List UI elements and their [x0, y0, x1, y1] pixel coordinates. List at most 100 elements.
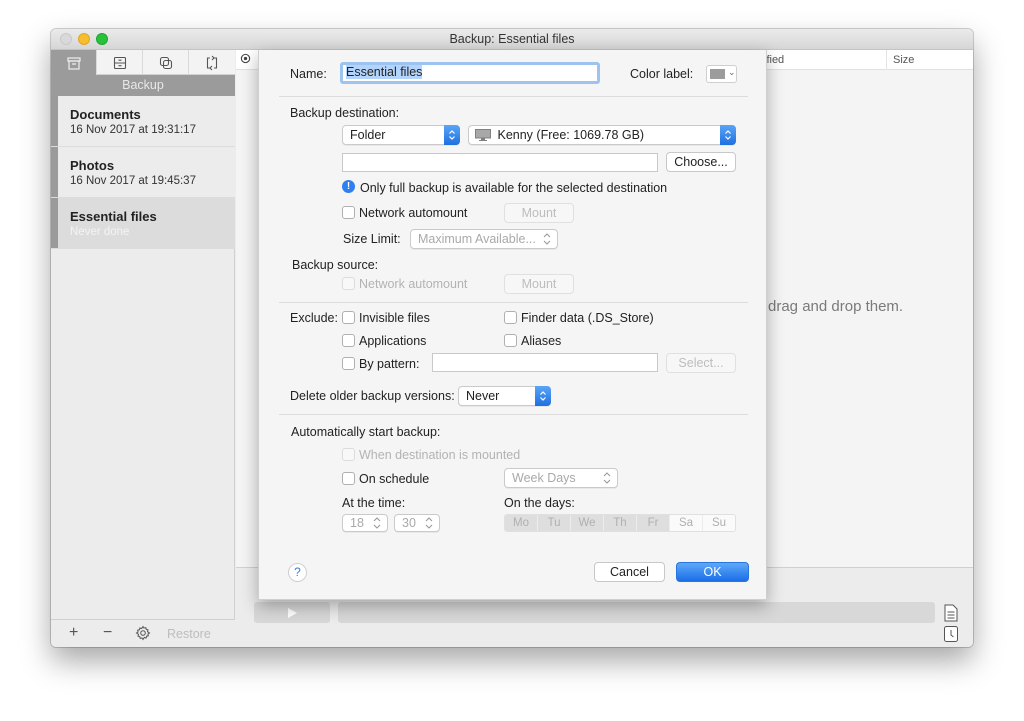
tab-backup[interactable]	[51, 50, 97, 75]
computer-icon	[475, 129, 491, 141]
add-backup-button[interactable]: +	[69, 624, 78, 642]
when-mounted-checkbox[interactable]	[342, 448, 355, 461]
exclude-finder-data-checkbox[interactable]	[504, 311, 517, 324]
exclude-invisible-label: Invisible files	[359, 311, 430, 325]
day-thursday[interactable]: Th	[604, 515, 637, 531]
exclude-applications-checkbox[interactable]	[342, 334, 355, 347]
source-network-automount-checkbox[interactable]	[342, 277, 355, 290]
help-button[interactable]: ?	[288, 563, 307, 582]
backup-settings-sheet: Name: Essential files Color label: ⌄ Bac…	[258, 50, 767, 600]
choose-button[interactable]: Choose...	[666, 152, 736, 172]
window-title: Backup: Essential files	[449, 32, 575, 46]
destination-path-field[interactable]	[342, 153, 658, 172]
backup-item-status: 16 Nov 2017 at 19:45:37	[70, 175, 196, 187]
column-size[interactable]: Size	[886, 50, 914, 70]
backup-item-essential-files[interactable]: Essential files Never done	[51, 198, 235, 249]
day-tuesday[interactable]: Tu	[538, 515, 571, 531]
exclude-applications-label: Applications	[359, 334, 427, 348]
exclude-aliases-checkbox[interactable]	[504, 334, 517, 347]
backup-item-name: Photos	[70, 158, 115, 173]
archive-box-icon	[66, 56, 81, 70]
source-mount-button[interactable]: Mount	[504, 274, 574, 294]
progress-bar	[338, 602, 935, 623]
color-label-picker[interactable]: ⌄	[706, 65, 737, 83]
updown-arrows-icon	[720, 125, 736, 145]
drop-hint-text: drag and drop them.	[768, 298, 904, 315]
title-bar: Backup: Essential files	[51, 29, 973, 50]
size-limit-select[interactable]: Maximum Available...	[410, 229, 558, 249]
restore-button[interactable]: Restore	[167, 627, 211, 641]
exclude-pattern-label: By pattern:	[359, 357, 420, 371]
active-tab-label: Backup	[51, 75, 235, 96]
separator	[279, 302, 748, 303]
day-sunday[interactable]: Su	[703, 515, 735, 531]
sidebar-footer: + − Restore	[51, 619, 235, 647]
dest-network-automount-checkbox[interactable]	[342, 206, 355, 219]
color-swatch	[710, 69, 725, 79]
updown-arrows-icon	[425, 517, 433, 529]
remove-backup-button[interactable]: −	[103, 624, 112, 642]
color-label-label: Color label:	[630, 67, 694, 81]
cancel-button[interactable]: Cancel	[594, 562, 665, 582]
delete-older-value: Never	[466, 389, 500, 403]
backup-item-documents[interactable]: Documents 16 Nov 2017 at 19:31:17	[51, 96, 235, 147]
updown-arrows-icon	[603, 472, 611, 484]
day-monday[interactable]: Mo	[505, 515, 538, 531]
chevron-down-icon: ⌄	[728, 67, 736, 77]
log-document-icon[interactable]	[944, 604, 958, 622]
hour-value: 18	[350, 516, 364, 530]
delete-older-label: Delete older backup versions:	[290, 389, 455, 403]
updown-arrows-icon	[535, 386, 551, 406]
delete-older-select[interactable]: Never	[458, 386, 551, 406]
day-friday[interactable]: Fr	[637, 515, 670, 531]
column-modified[interactable]: ified	[764, 54, 784, 66]
gear-icon[interactable]	[135, 625, 151, 641]
hour-stepper[interactable]: 18	[342, 514, 388, 532]
destination-volume-select[interactable]: Kenny (Free: 1069.78 GB)	[468, 125, 736, 145]
separator	[279, 414, 748, 415]
exclude-invisible-checkbox[interactable]	[342, 311, 355, 324]
target-icon[interactable]	[240, 53, 251, 64]
dest-mount-button[interactable]: Mount	[504, 203, 574, 223]
size-limit-label: Size Limit:	[343, 232, 401, 246]
tab-copy[interactable]	[143, 50, 189, 75]
tab-sync[interactable]	[189, 50, 235, 75]
info-message: Only full backup is available for the se…	[360, 181, 668, 195]
at-time-label: At the time:	[342, 496, 406, 510]
size-limit-value: Maximum Available...	[418, 232, 536, 246]
tab-clone[interactable]	[97, 50, 143, 75]
exclude-pattern-checkbox[interactable]	[342, 357, 355, 370]
updown-arrows-icon	[543, 233, 551, 245]
exclude-label: Exclude:	[290, 311, 338, 325]
pattern-input[interactable]	[432, 353, 658, 372]
select-pattern-button[interactable]: Select...	[666, 353, 736, 373]
on-schedule-label: On schedule	[359, 472, 430, 486]
dest-network-automount-label: Network automount	[359, 206, 468, 220]
drawer-icon	[113, 56, 126, 69]
start-backup-button[interactable]	[254, 602, 330, 623]
day-wednesday[interactable]: We	[571, 515, 604, 531]
separator	[279, 96, 748, 97]
backup-item-name: Documents	[70, 107, 141, 122]
minute-stepper[interactable]: 30	[394, 514, 440, 532]
clock-icon[interactable]	[944, 626, 958, 642]
exclude-aliases-label: Aliases	[521, 334, 562, 348]
day-saturday[interactable]: Sa	[670, 515, 703, 531]
schedule-value: Week Days	[512, 471, 576, 485]
on-schedule-checkbox[interactable]	[342, 472, 355, 485]
backup-item-status: 16 Nov 2017 at 19:31:17	[70, 124, 196, 136]
sync-arrows-icon	[206, 55, 218, 70]
updown-arrows-icon	[373, 517, 381, 529]
sidebar: Backup Documents 16 Nov 2017 at 19:31:17…	[51, 50, 235, 647]
backup-item-status: Never done	[70, 226, 130, 238]
backup-destination-label: Backup destination:	[290, 106, 400, 120]
destination-type-select[interactable]: Folder	[342, 125, 460, 145]
backup-source-label: Backup source:	[292, 258, 379, 272]
schedule-select[interactable]: Week Days	[504, 468, 618, 488]
ok-button[interactable]: OK	[676, 562, 749, 582]
exclude-finder-data-label: Finder data (.DS_Store)	[521, 311, 654, 325]
name-input[interactable]: Essential files	[340, 62, 600, 84]
info-icon: !	[342, 180, 355, 193]
backup-item-photos[interactable]: Photos 16 Nov 2017 at 19:45:37	[51, 147, 235, 198]
copy-icon	[159, 56, 172, 69]
